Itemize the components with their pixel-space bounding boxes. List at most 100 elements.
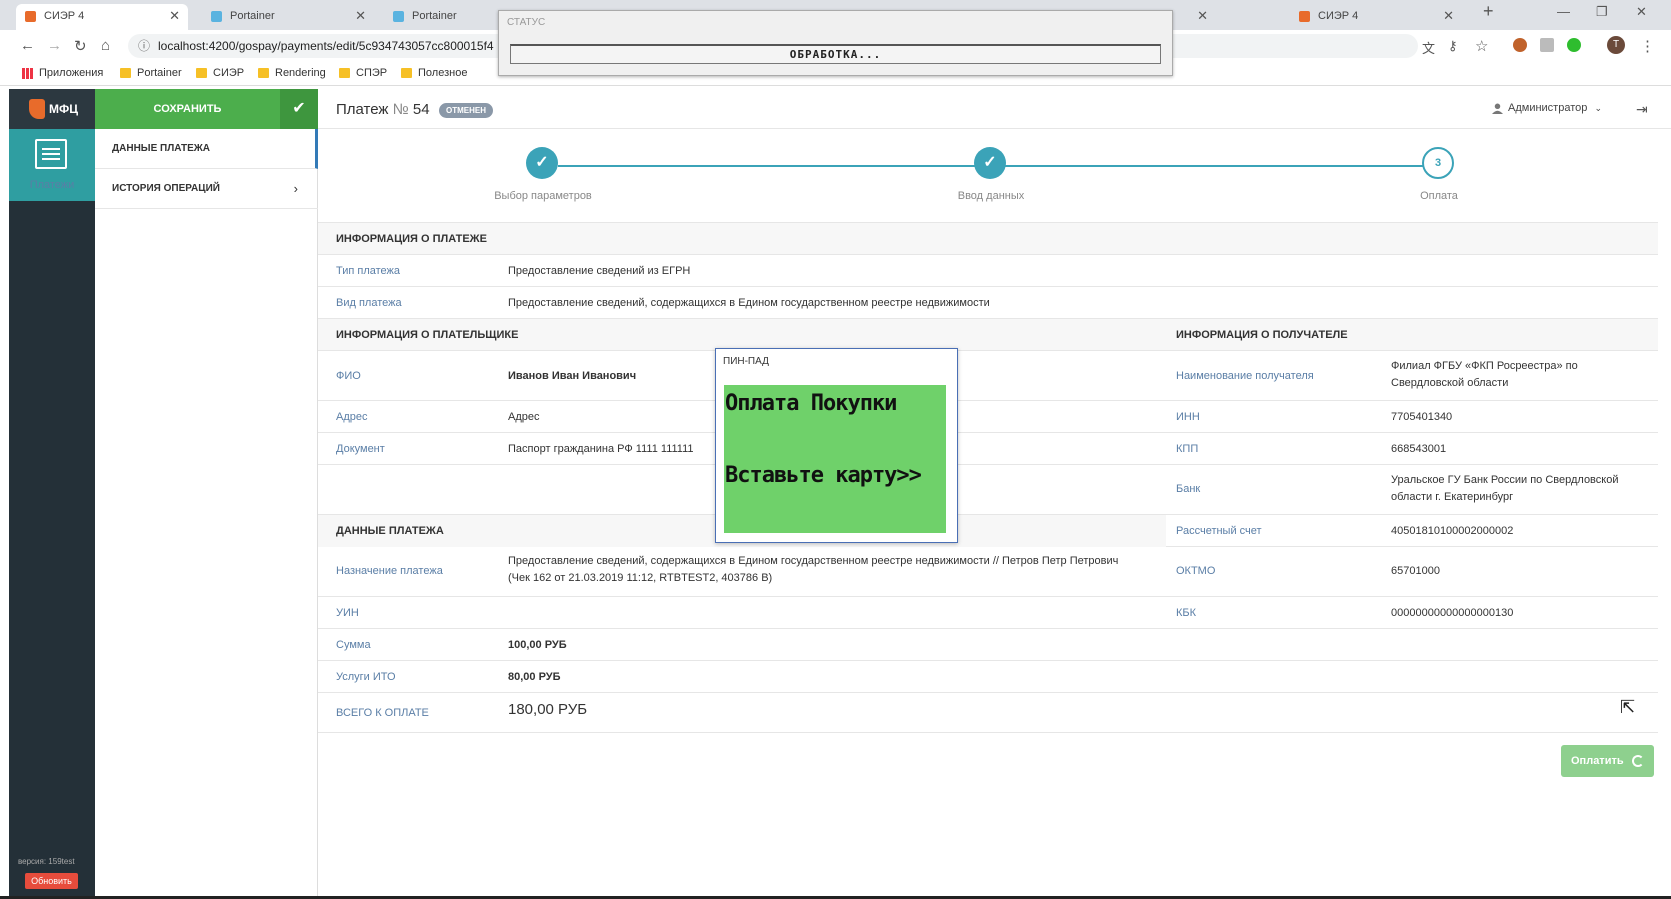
field-label: Банк [1176, 483, 1201, 495]
spinner-icon [1632, 755, 1644, 767]
bookmark-portainer[interactable]: Portainer [120, 66, 182, 80]
info-icon[interactable]: ⓘ [138, 34, 150, 58]
value-line: (Чек 162 от 21.03.2019 11:12, RTBTEST2, … [508, 572, 773, 584]
subnav-label: ИСТОРИЯ ОПЕРАЦИЙ [112, 183, 220, 194]
pay-label: Оплатить [1571, 755, 1624, 767]
app-sidebar [9, 89, 95, 899]
chevron-right-icon: › [293, 181, 298, 196]
user-name: Администратор [1508, 102, 1588, 114]
sidebar-item-label: Платежи [29, 179, 75, 191]
pinpad-dialog: ПИН-ПАД Оплата Покупки Вставьте карту>> [715, 348, 958, 543]
browser-tab[interactable]: Portainer ✕ [202, 4, 374, 30]
subnav-history[interactable]: ИСТОРИЯ ОПЕРАЦИЙ › [95, 169, 318, 209]
field-value: 100,00 РУБ [508, 639, 567, 651]
extension-icon[interactable] [1540, 38, 1554, 52]
close-tab-icon[interactable]: ✕ [169, 4, 180, 28]
key-icon[interactable]: ⚷ [1448, 38, 1458, 54]
bookmark-useful[interactable]: Полезное [401, 66, 467, 80]
tab-title: СИЭР 4 [1318, 10, 1359, 22]
browser-tab[interactable]: ✕ [1174, 4, 1214, 30]
new-tab-icon[interactable]: + [1483, 1, 1494, 22]
forward-icon[interactable]: → [47, 37, 62, 54]
close-window-icon[interactable]: ✕ [1636, 4, 1647, 20]
field-label: Сумма [336, 639, 371, 651]
status-dialog: СТАТУС ОБРАБОТКА... [498, 10, 1173, 76]
field-label: Адрес [336, 411, 368, 423]
section-title: ИНФОРМАЦИЯ О ПОЛУЧАТЕЛЕ [1176, 329, 1348, 341]
profile-avatar[interactable]: T [1607, 36, 1625, 54]
user-menu[interactable]: Администратор ⌄ [1492, 102, 1602, 114]
star-icon[interactable]: ☆ [1475, 37, 1488, 55]
field-value: 80,00 РУБ [508, 671, 561, 683]
tab-title: Portainer [412, 10, 457, 22]
logout-icon[interactable]: ⇥ [1636, 101, 1648, 118]
bookmark-rendering[interactable]: Rendering [258, 66, 326, 80]
step-label: Выбор параметров [494, 190, 592, 202]
apps-icon [22, 68, 33, 79]
field-value: 668543001 [1391, 443, 1447, 455]
translate-icon[interactable]: 文 [1422, 38, 1435, 57]
subnav-payment-data[interactable]: ДАННЫЕ ПЛАТЕЖА [95, 129, 318, 169]
bookmark-apps[interactable]: Приложения [22, 66, 103, 80]
save-button[interactable]: СОХРАНИТЬ [95, 89, 280, 129]
field-value: Предоставление сведений из ЕГРН [508, 265, 691, 277]
close-tab-icon[interactable]: ✕ [1197, 4, 1208, 28]
progress-bar: ОБРАБОТКА... [510, 44, 1161, 64]
section-row [318, 319, 1658, 351]
field-label: Рассчетный счет [1176, 525, 1262, 537]
page-title: Платеж № 54 [336, 101, 430, 118]
extension-icon[interactable] [1567, 38, 1581, 52]
close-tab-icon[interactable]: ✕ [1443, 4, 1454, 28]
total-value: 180,00 РУБ [508, 701, 588, 718]
reload-icon[interactable]: ↻ [74, 37, 87, 55]
close-tab-icon[interactable]: ✕ [355, 4, 366, 28]
dialog-title: СТАТУС [507, 17, 546, 28]
pay-button[interactable]: Оплатить [1561, 745, 1654, 777]
field-label: ВСЕГО К ОПЛАТЕ [336, 707, 429, 719]
browser-tab[interactable]: Portainer [384, 4, 494, 30]
user-icon [1492, 103, 1503, 114]
document-icon [35, 139, 67, 169]
refresh-button[interactable]: Обновить [25, 873, 78, 889]
bookmark-label: СПЭР [356, 67, 388, 79]
bookmark-sier[interactable]: СИЭР [196, 66, 244, 80]
bookmark-sper[interactable]: СПЭР [339, 66, 387, 80]
status-badge: ОТМЕНЕН [439, 103, 493, 118]
field-label: Назначение платежа [336, 565, 443, 577]
back-icon[interactable]: ← [20, 37, 35, 54]
browser-tab[interactable]: СИЭР 4 ✕ [1290, 4, 1462, 30]
pinpad-screen: Оплата Покупки Вставьте карту>> [724, 385, 946, 533]
payment-number: 54 [412, 101, 430, 118]
version-label: версия: 159test [18, 857, 75, 866]
step-label: Ввод данных [957, 190, 1025, 202]
bookmark-label: СИЭР [213, 67, 245, 79]
value-line: Предоставление сведений, содержащихся в … [508, 555, 1119, 567]
maximize-icon[interactable]: ❐ [1596, 4, 1608, 20]
page-header [318, 89, 1671, 129]
sidebar-item-payments[interactable]: Платежи [9, 129, 95, 201]
subnav-label: ДАННЫЕ ПЛАТЕЖА [112, 143, 210, 154]
field-value: Уральское ГУ Банк России по Свердловской… [1391, 472, 1618, 506]
number-sign: № [392, 101, 409, 118]
step-2-check-icon[interactable]: ✓ [974, 147, 1006, 179]
app-logo[interactable]: МФЦ [9, 89, 95, 129]
step-3-circle[interactable]: 3 [1422, 147, 1454, 179]
check-icon[interactable]: ✔ [280, 89, 318, 129]
field-label: Услуги ИТО [336, 671, 396, 683]
field-label: КБК [1176, 607, 1197, 619]
tab-title: Portainer [230, 10, 275, 22]
value-line: области г. Екатеринбург [1391, 491, 1514, 503]
section-title: ИНФОРМАЦИЯ О ПЛАТЕЖЕ [336, 233, 487, 245]
home-icon[interactable]: ⌂ [101, 37, 110, 54]
dialog-title: ПИН-ПАД [723, 356, 769, 367]
logo-text: МФЦ [49, 102, 79, 116]
browser-tab[interactable]: СИЭР 4 ✕ [16, 4, 188, 30]
mouse-cursor-icon: ⇱ [1620, 697, 1636, 717]
step-1-check-icon[interactable]: ✓ [526, 147, 558, 179]
extension-icon[interactable] [1513, 38, 1527, 52]
menu-icon[interactable]: ⋮ [1640, 37, 1655, 55]
favicon-icon [25, 11, 36, 22]
field-value: Предоставление сведений, содержащихся в … [508, 553, 1118, 587]
value-line: Уральское ГУ Банк России по Свердловской [1391, 474, 1619, 486]
minimize-icon[interactable]: — [1557, 4, 1570, 19]
